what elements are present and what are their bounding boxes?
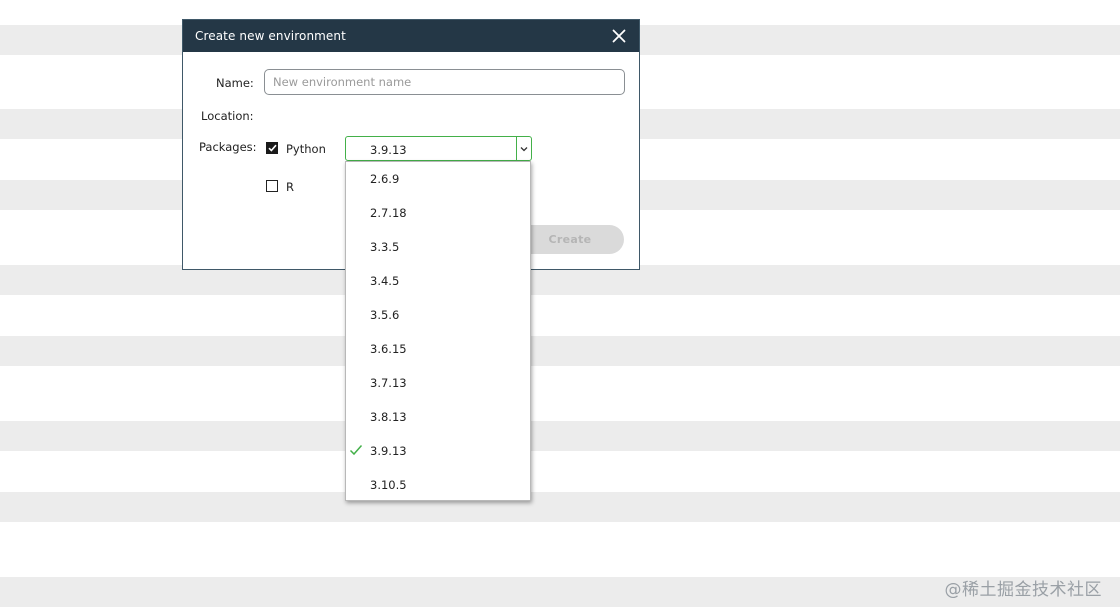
option-label: 3.5.6 xyxy=(370,308,400,322)
option-label: 2.7.18 xyxy=(370,206,407,220)
select-divider xyxy=(516,137,517,160)
python-version-dropdown: 2.6.9 2.7.18 3.3.5 3.4.5 3.5.6 3.6.15 3.… xyxy=(345,161,531,501)
option-label: 3.3.5 xyxy=(370,240,400,254)
version-option-2-6-9[interactable]: 2.6.9 xyxy=(346,162,530,196)
option-label: 3.7.13 xyxy=(370,376,407,390)
version-option-3-3-5[interactable]: 3.3.5 xyxy=(346,230,530,264)
option-label: 3.9.13 xyxy=(370,444,407,458)
version-option-3-6-15[interactable]: 3.6.15 xyxy=(346,332,530,366)
option-label: 3.6.15 xyxy=(370,342,407,356)
close-button[interactable] xyxy=(609,26,629,46)
name-label: Name: xyxy=(216,76,254,90)
version-option-2-7-18[interactable]: 2.7.18 xyxy=(346,196,530,230)
r-checkbox[interactable] xyxy=(266,180,278,192)
version-option-3-10-5[interactable]: 3.10.5 xyxy=(346,468,530,502)
version-option-3-7-13[interactable]: 3.7.13 xyxy=(346,366,530,400)
python-checkbox[interactable] xyxy=(266,142,278,154)
environment-name-input[interactable] xyxy=(264,69,625,95)
close-icon xyxy=(612,29,626,43)
version-option-3-8-13[interactable]: 3.8.13 xyxy=(346,400,530,434)
version-option-3-4-5[interactable]: 3.4.5 xyxy=(346,264,530,298)
version-option-3-9-13[interactable]: 3.9.13 xyxy=(346,434,530,468)
checkmark-icon xyxy=(267,144,277,152)
option-label: 2.6.9 xyxy=(370,172,400,186)
dialog-title: Create new environment xyxy=(195,29,346,43)
python-version-value: 3.9.13 xyxy=(370,143,407,157)
create-button[interactable]: Create xyxy=(516,225,624,254)
checkmark-icon xyxy=(349,445,363,456)
python-label: Python xyxy=(286,142,326,156)
watermark: @稀土掘金技术社区 xyxy=(944,580,1102,600)
background-stripe xyxy=(0,492,1120,522)
chevron-down-icon xyxy=(520,147,528,152)
option-label: 3.4.5 xyxy=(370,274,400,288)
option-label: 3.8.13 xyxy=(370,410,407,424)
r-label: R xyxy=(286,180,294,194)
packages-label: Packages: xyxy=(199,140,257,154)
background-stripe xyxy=(0,336,1120,366)
option-label: 3.10.5 xyxy=(370,478,407,492)
dialog-titlebar: Create new environment xyxy=(183,20,639,52)
version-option-3-5-6[interactable]: 3.5.6 xyxy=(346,298,530,332)
location-label: Location: xyxy=(201,109,254,123)
background-stripe xyxy=(0,421,1120,451)
python-version-select[interactable]: 3.9.13 xyxy=(345,136,532,161)
